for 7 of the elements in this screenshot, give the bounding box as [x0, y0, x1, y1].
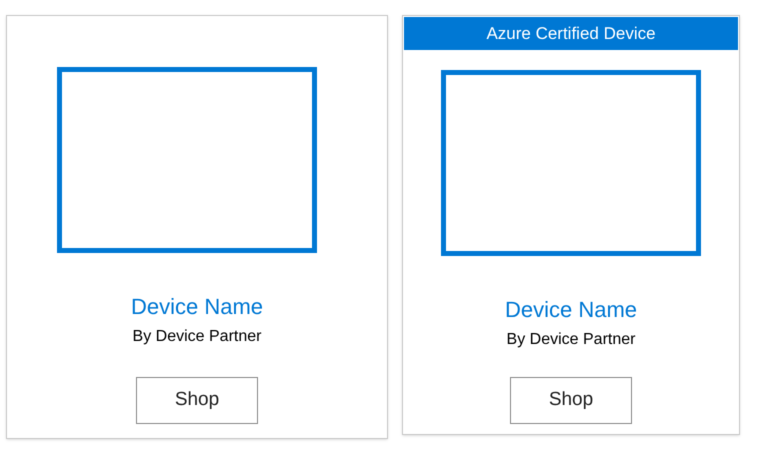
device-name: Device Name [504, 296, 638, 324]
partner-text: By Device Partner [132, 327, 262, 347]
device-name: Device Name [130, 293, 264, 321]
partner-text: By Device Partner [506, 330, 636, 350]
shop-button[interactable]: Shop [510, 377, 632, 424]
shop-button[interactable]: Shop [136, 377, 258, 424]
certified-banner: Azure Certified Device [404, 17, 738, 50]
